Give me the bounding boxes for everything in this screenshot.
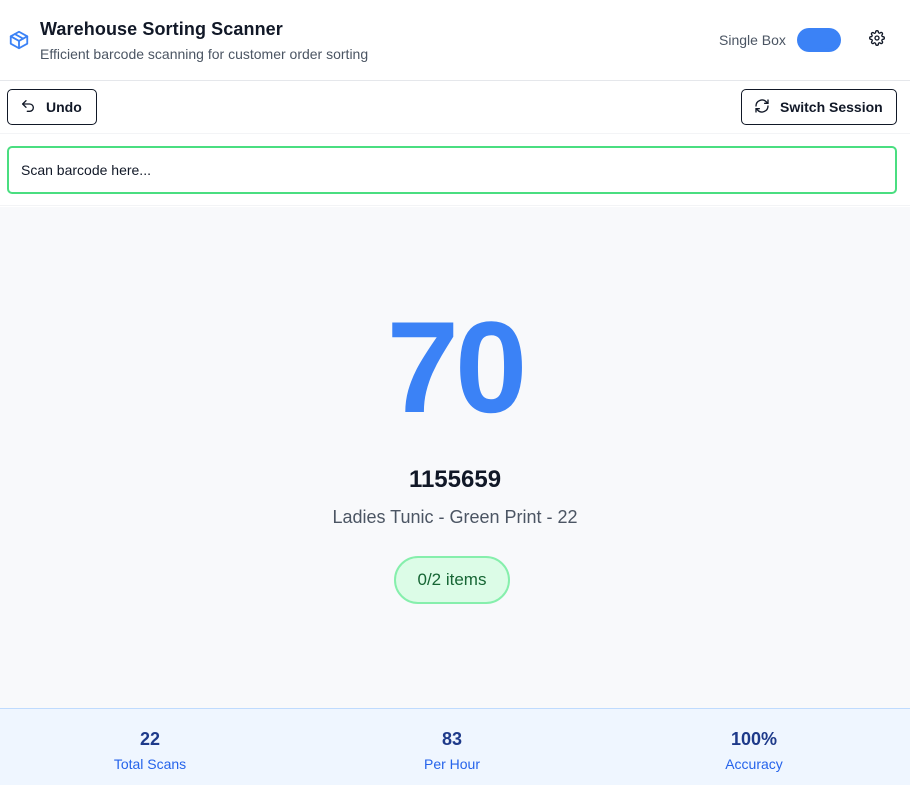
mode-label: Single Box xyxy=(719,32,786,48)
switch-session-button[interactable]: Switch Session xyxy=(741,89,897,125)
undo-arrow-icon xyxy=(20,98,36,117)
gear-icon xyxy=(869,29,885,51)
stat-value: 22 xyxy=(139,729,161,749)
item-progress-badge: 0/2 items xyxy=(394,556,510,604)
single-box-toggle[interactable] xyxy=(797,28,841,52)
settings-button[interactable] xyxy=(866,29,888,51)
toggle-knob xyxy=(820,31,838,49)
stat-label: Per Hour xyxy=(423,756,481,772)
undo-button[interactable]: Undo xyxy=(7,89,97,125)
app-root: Warehouse Sorting Scanner Efficient barc… xyxy=(0,0,910,785)
barcode-scan-input[interactable] xyxy=(7,146,897,194)
undo-label: Undo xyxy=(46,99,82,115)
stat-value: 83 xyxy=(441,729,463,749)
app-title: Warehouse Sorting Scanner xyxy=(40,19,283,39)
stat-label: Accuracy xyxy=(725,756,783,772)
toolbar: Undo Switch Session xyxy=(0,81,910,134)
app-subtitle: Efficient barcode scanning for customer … xyxy=(40,46,369,62)
item-progress-text: 0/2 items xyxy=(417,570,487,589)
box-number: 70 xyxy=(386,294,528,440)
stats-bar: 22 Total Scans 83 Per Hour 100% Accuracy xyxy=(0,708,910,785)
scan-area xyxy=(0,134,910,206)
app-header: Warehouse Sorting Scanner Efficient barc… xyxy=(0,0,910,81)
refresh-icon xyxy=(754,98,770,117)
item-sku: 1155659 xyxy=(408,466,502,493)
current-item-display: 70 1155659 Ladies Tunic - Green Print - … xyxy=(0,207,910,708)
stat-label: Total Scans xyxy=(113,756,187,772)
switch-session-label: Switch Session xyxy=(780,99,883,115)
stat-value: 100% xyxy=(730,729,778,749)
package-box-icon xyxy=(8,29,30,51)
product-name: Ladies Tunic - Green Print - 22 xyxy=(332,507,578,527)
